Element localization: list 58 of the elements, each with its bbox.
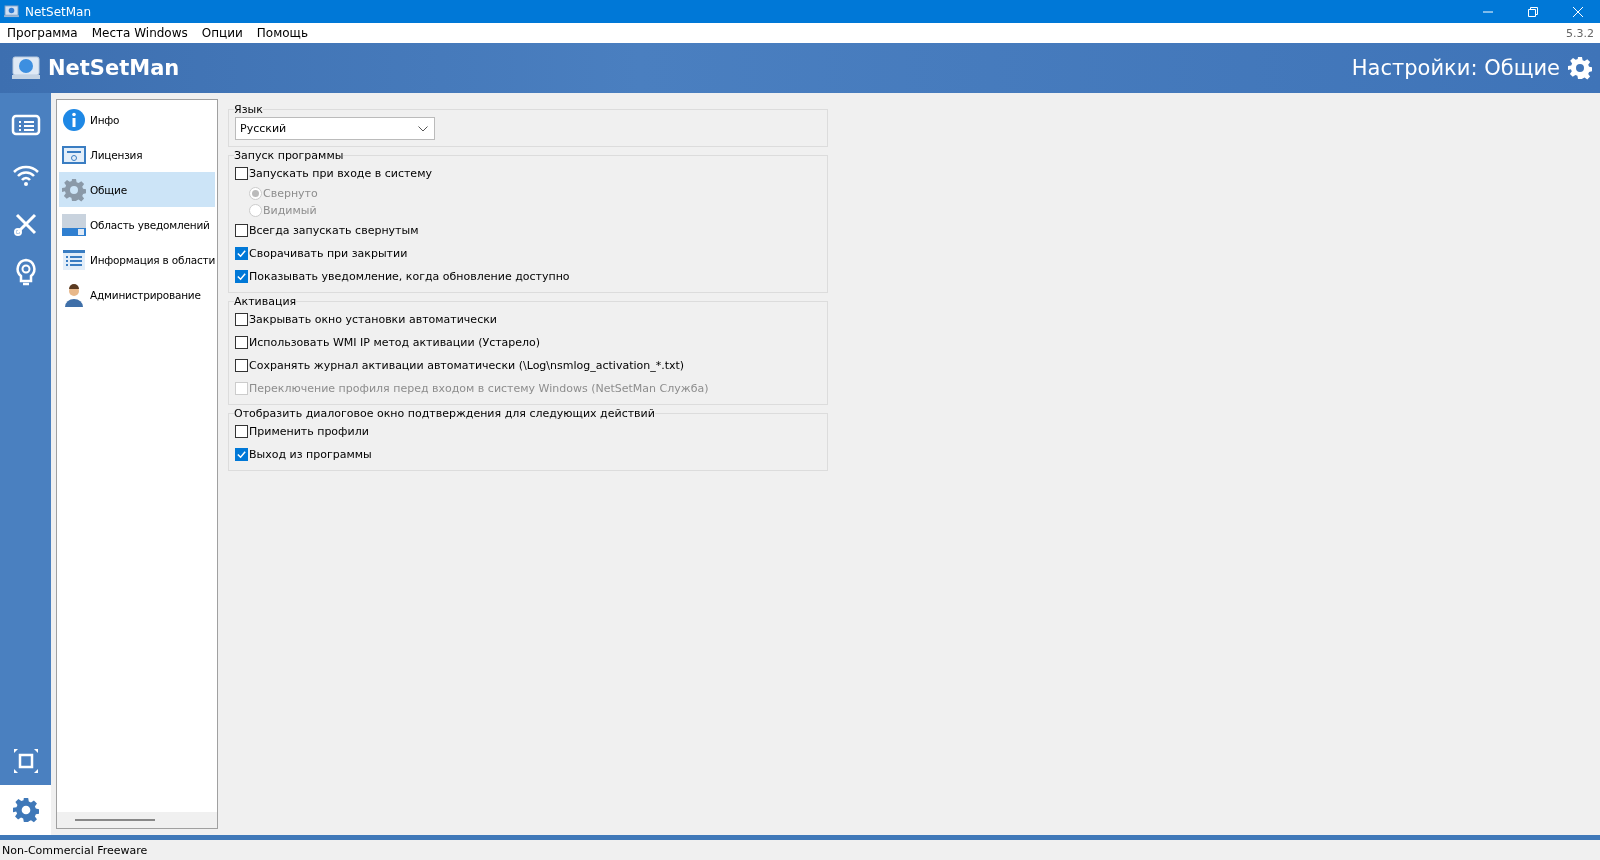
settings-icon: [1568, 56, 1592, 80]
taskbar-icon: [62, 212, 86, 237]
monitor-icon: [4, 5, 19, 18]
group-title: Активация: [234, 295, 297, 308]
group-title: Язык: [234, 103, 263, 116]
monitor-icon: [12, 56, 40, 80]
menu-item[interactable]: Программа: [7, 26, 78, 40]
checkbox-label: Закрывать окно установки автоматически: [249, 313, 497, 326]
checkbox-label: Сохранять журнал активации автоматически (\Log\nsmlog_activation_*.txt): [249, 359, 685, 372]
radio-label: Свернуто: [263, 187, 318, 200]
language-dropdown[interactable]: Русский: [235, 117, 435, 140]
radio-label: Видимый: [263, 204, 317, 217]
checkbox[interactable]: [235, 167, 248, 180]
category-item[interactable]: Инфо: [59, 102, 215, 137]
category-item[interactable]: Общие: [59, 172, 215, 207]
lightbulb-icon: [13, 257, 38, 288]
checkbox-label: Всегда запускать свернутым: [249, 224, 419, 237]
settings-icon: [12, 797, 39, 823]
checkbox-label: Сворачивать при закрытии: [249, 247, 408, 260]
checkbox-label: Запускать при входе в систему: [249, 167, 432, 180]
checkbox[interactable]: [235, 336, 248, 349]
scrollbar-thumb[interactable]: [75, 819, 155, 821]
checkbox[interactable]: [235, 425, 248, 438]
checkbox[interactable]: [235, 270, 248, 283]
checkbox-label: Показывать уведомление, когда обновление доступно: [249, 270, 570, 283]
checkbox-label: Применить профили: [249, 425, 369, 438]
gear-icon: [62, 177, 86, 202]
menu-item[interactable]: Опции: [201, 26, 243, 40]
checkbox-label: Переключение профиля перед входом в систему Windows (NetSetMan Служба): [249, 382, 709, 395]
caret-icon: [418, 125, 428, 132]
group-title: Отобразить диалоговое окно подтверждения для следующих действий: [234, 407, 655, 420]
restore-icon: [1527, 6, 1538, 17]
menu-item[interactable]: Помощь: [256, 26, 308, 40]
app-name: NetSetMan: [48, 56, 180, 80]
checkbox[interactable]: [235, 224, 248, 237]
category-item[interactable]: Область уведомлений: [59, 207, 215, 242]
window-title: NetSetMan: [25, 4, 93, 19]
list-icon: [62, 247, 86, 272]
group-title: Запуск программы: [234, 149, 344, 162]
version-label: 5.3.2: [1566, 26, 1595, 40]
person-icon: [62, 282, 86, 307]
info-icon: [62, 107, 86, 132]
close-icon: [1572, 6, 1583, 17]
checkbox-label: Выход из программы: [249, 448, 372, 461]
category-item[interactable]: Администрирование: [59, 277, 215, 312]
menu-item[interactable]: Места Windows: [91, 26, 188, 40]
checkbox[interactable]: [235, 448, 248, 461]
page-title: Настройки: Общие: [1351, 56, 1560, 80]
category-item[interactable]: Лицензия: [59, 137, 215, 172]
checkbox[interactable]: [235, 359, 248, 372]
category-item[interactable]: Информация в области: [59, 242, 215, 277]
status-text: Non-Commercial Freeware: [2, 843, 148, 857]
checkbox-label: Использовать WMI IP метод активации (Устарело): [249, 336, 541, 349]
fullscreen-icon: [11, 746, 40, 775]
checkbox[interactable]: [235, 247, 248, 260]
settings-button[interactable]: [0, 785, 51, 835]
list-icon: [10, 113, 41, 138]
checkbox[interactable]: [235, 313, 248, 326]
